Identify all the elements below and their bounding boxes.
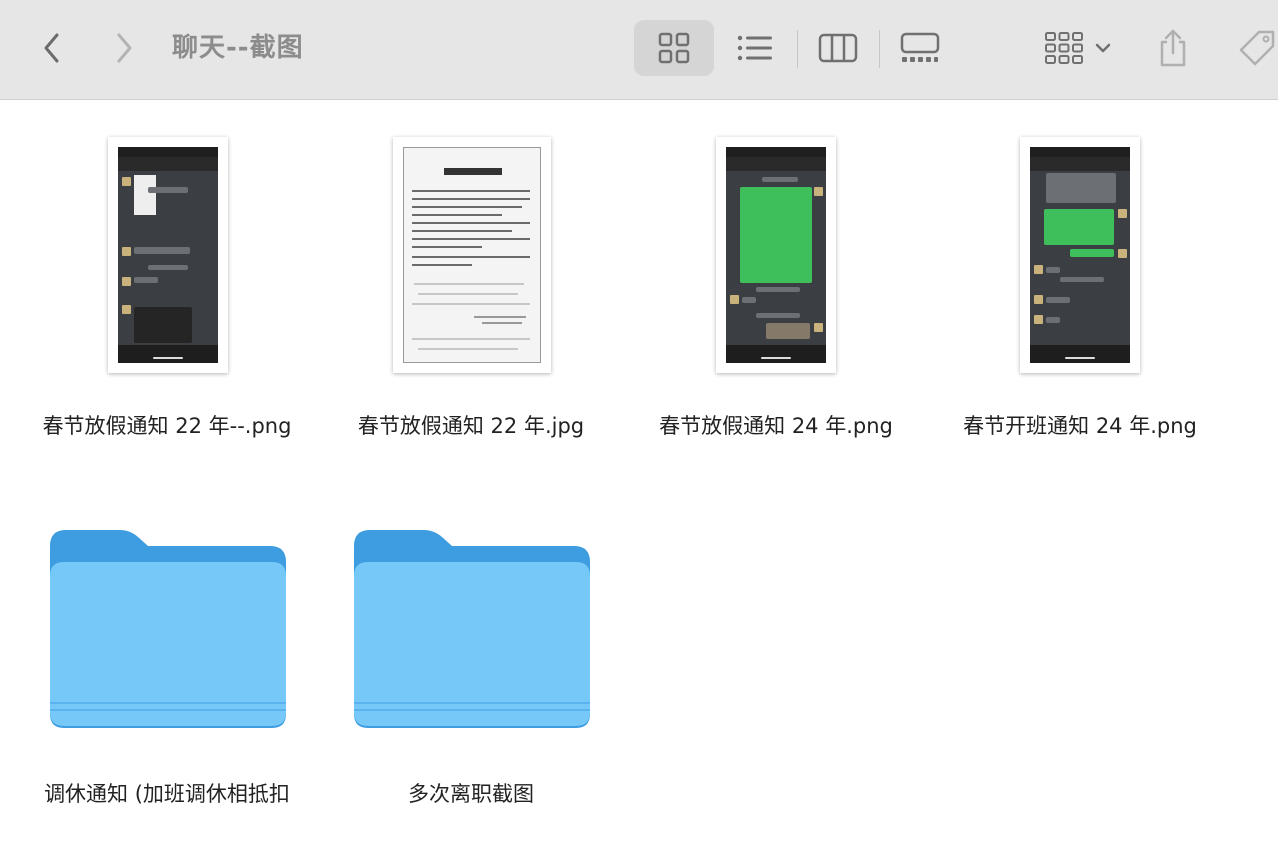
back-button[interactable] bbox=[32, 28, 72, 68]
file-name: 春节放假通知 22 年.jpg bbox=[357, 414, 585, 438]
share-icon bbox=[1160, 29, 1186, 67]
chevron-down-icon bbox=[1095, 43, 1111, 53]
tag-icon bbox=[1239, 30, 1275, 66]
chevron-right-icon bbox=[117, 33, 132, 63]
image-thumbnail bbox=[108, 137, 228, 373]
image-thumbnail bbox=[716, 137, 836, 373]
image-thumbnail bbox=[393, 137, 551, 373]
tag-button[interactable] bbox=[1224, 20, 1278, 76]
grid-icon bbox=[658, 32, 690, 64]
toolbar-separator bbox=[879, 30, 880, 68]
window-title: 聊天--截图 bbox=[172, 33, 304, 63]
chevron-left-icon bbox=[44, 33, 59, 63]
list-view-button[interactable] bbox=[722, 20, 788, 76]
folder-name: 多次离职截图 bbox=[408, 782, 534, 806]
toolbar: 聊天--截图 bbox=[0, 0, 1278, 100]
column-view-button[interactable] bbox=[806, 20, 870, 76]
group-button[interactable] bbox=[1036, 20, 1120, 76]
file-name: 春节放假通知 22 年--.png bbox=[42, 414, 292, 438]
toolbar-separator bbox=[797, 30, 798, 68]
folder-icon bbox=[354, 530, 590, 728]
list-icon bbox=[737, 35, 772, 61]
icon-view-button[interactable] bbox=[634, 20, 714, 76]
share-button[interactable] bbox=[1150, 20, 1196, 76]
folder-icon bbox=[50, 530, 286, 728]
image-thumbnail bbox=[1020, 137, 1140, 373]
file-name: 春节开班通知 24 年.png bbox=[963, 414, 1197, 438]
file-name: 春节放假通知 24 年.png bbox=[659, 414, 893, 438]
folder-name: 调休通知 (加班调休相抵扣 bbox=[44, 782, 290, 806]
group-grid-icon bbox=[1045, 32, 1083, 64]
gallery-view-button[interactable] bbox=[888, 20, 952, 76]
forward-button[interactable] bbox=[104, 28, 144, 68]
columns-icon bbox=[818, 33, 858, 63]
gallery-icon bbox=[900, 32, 940, 62]
